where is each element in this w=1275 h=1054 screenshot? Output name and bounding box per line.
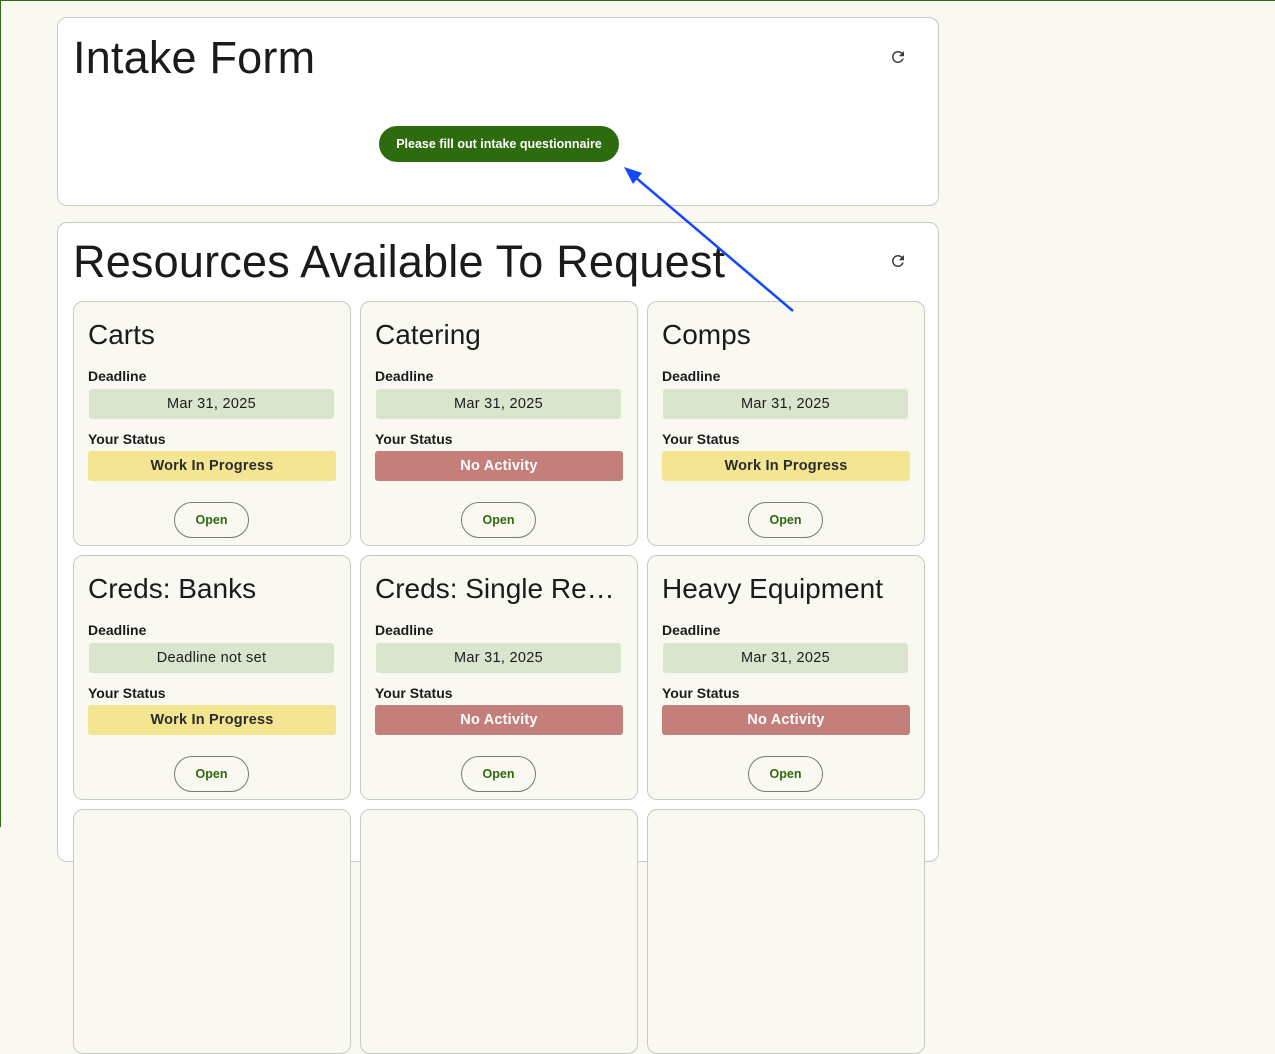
deadline-label: Deadline bbox=[88, 368, 147, 384]
resource-card: Comps Deadline Mar 31, 2025 Your Status … bbox=[647, 301, 925, 546]
status-label: Your Status bbox=[375, 431, 453, 447]
deadline-label: Deadline bbox=[375, 368, 434, 384]
status-badge: Work In Progress bbox=[88, 451, 336, 481]
resource-card-title: Creds: Banks bbox=[88, 573, 257, 604]
deadline-label: Deadline bbox=[662, 622, 721, 638]
resources-panel: Resources Available To Request Carts Dea… bbox=[57, 222, 939, 1054]
status-badge: No Activity bbox=[375, 451, 623, 481]
status-label: Your Status bbox=[88, 431, 166, 447]
resource-card: Carts Deadline Mar 31, 2025 Your Status … bbox=[73, 301, 351, 546]
resource-card-title: Heavy Equipment bbox=[662, 573, 884, 604]
resource-card-title: Creds: Single Req… bbox=[375, 573, 625, 604]
open-button[interactable]: Open bbox=[461, 756, 536, 792]
intake-form-title: Intake Form bbox=[73, 32, 316, 83]
resource-card: Creds: Banks Deadline Deadline not set Y… bbox=[73, 555, 351, 800]
deadline-value: Mar 31, 2025 bbox=[89, 389, 334, 419]
resource-card-grid: Carts Deadline Mar 31, 2025 Your Status … bbox=[73, 301, 925, 1054]
open-button[interactable]: Open bbox=[748, 756, 823, 792]
refresh-icon bbox=[891, 255, 904, 267]
resource-card bbox=[647, 809, 925, 1054]
status-label: Your Status bbox=[88, 685, 166, 701]
deadline-label: Deadline bbox=[375, 622, 434, 638]
status-label: Your Status bbox=[662, 431, 740, 447]
status-label: Your Status bbox=[662, 685, 740, 701]
status-badge: Work In Progress bbox=[662, 451, 910, 481]
deadline-label: Deadline bbox=[88, 622, 147, 638]
resource-card-title: Catering bbox=[375, 319, 481, 350]
deadline-value: Mar 31, 2025 bbox=[663, 389, 908, 419]
intake-refresh-button[interactable] bbox=[882, 41, 914, 73]
resource-card: Creds: Single Req… Deadline Mar 31, 2025… bbox=[360, 555, 638, 800]
open-button[interactable]: Open bbox=[174, 756, 249, 792]
deadline-value: Mar 31, 2025 bbox=[376, 643, 621, 673]
deadline-value: Mar 31, 2025 bbox=[663, 643, 908, 673]
intake-questionnaire-button[interactable]: Please fill out intake questionnaire bbox=[379, 126, 619, 162]
deadline-label: Deadline bbox=[662, 368, 721, 384]
open-button[interactable]: Open bbox=[748, 502, 823, 538]
status-badge: Work In Progress bbox=[88, 705, 336, 735]
open-button[interactable]: Open bbox=[174, 502, 249, 538]
status-badge: No Activity bbox=[662, 705, 910, 735]
intake-form-panel: Intake Form Please fill out intake quest… bbox=[57, 17, 939, 206]
resource-card-title: Comps bbox=[662, 319, 751, 350]
deadline-value: Deadline not set bbox=[89, 643, 334, 673]
resource-card-title: Carts bbox=[88, 319, 155, 350]
resources-title: Resources Available To Request bbox=[73, 236, 726, 287]
open-button[interactable]: Open bbox=[461, 502, 536, 538]
resource-card bbox=[73, 809, 351, 1054]
resource-card bbox=[360, 809, 638, 1054]
resource-card: Catering Deadline Mar 31, 2025 Your Stat… bbox=[360, 301, 638, 546]
status-label: Your Status bbox=[375, 685, 453, 701]
refresh-icon bbox=[891, 50, 904, 63]
status-badge: No Activity bbox=[375, 705, 623, 735]
deadline-value: Mar 31, 2025 bbox=[376, 389, 621, 419]
resources-refresh-button[interactable] bbox=[882, 245, 914, 277]
resource-card: Heavy Equipment Deadline Mar 31, 2025 Yo… bbox=[647, 555, 925, 800]
